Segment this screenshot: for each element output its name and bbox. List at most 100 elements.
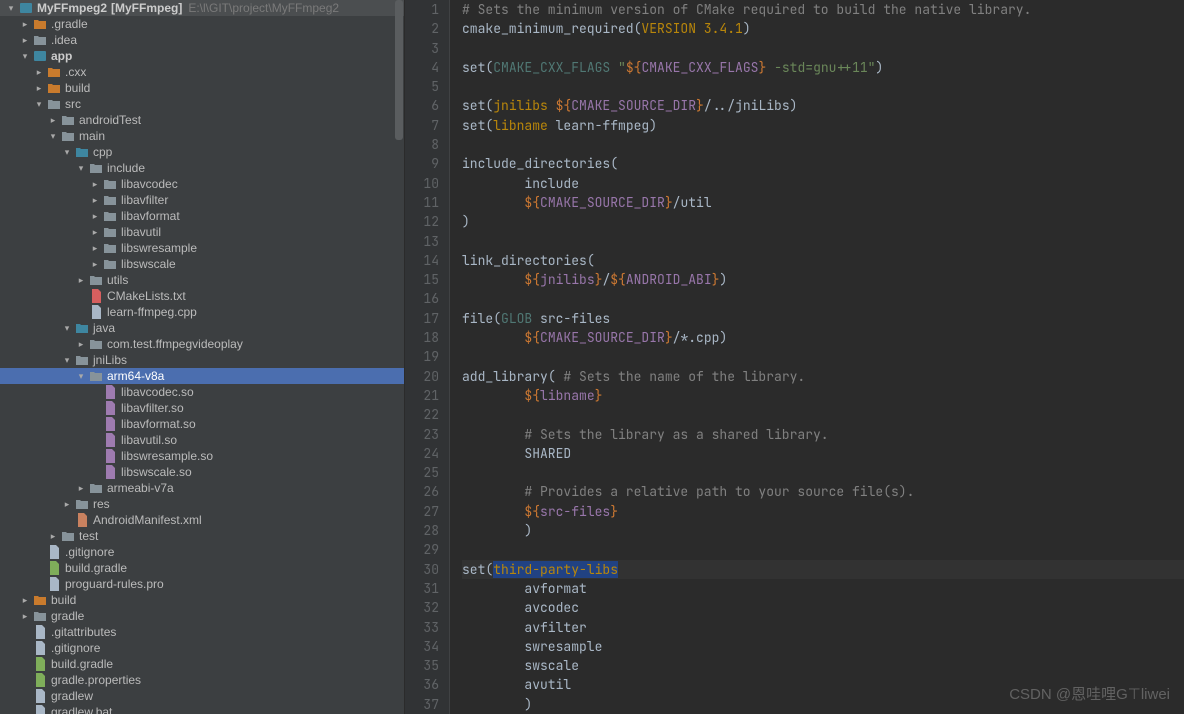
tree-row[interactable]: ▸test xyxy=(0,528,404,544)
chevron-down-icon[interactable]: ▾ xyxy=(46,128,60,144)
tree-row[interactable]: ▾cpp xyxy=(0,144,404,160)
chevron-right-icon[interactable]: ▸ xyxy=(88,192,102,208)
code-line[interactable] xyxy=(462,39,1184,58)
code-line[interactable]: link_directories( xyxy=(462,251,1184,270)
tree-row[interactable]: ·libswresample.so xyxy=(0,448,404,464)
code-line[interactable]: include xyxy=(462,174,1184,193)
code-line[interactable]: ${src-files} xyxy=(462,502,1184,521)
project-tree[interactable]: ▾MyFFmpeg2[MyFFmpeg]E:\l\GIT\project\MyF… xyxy=(0,0,404,714)
tree-row[interactable]: ·.gitignore xyxy=(0,640,404,656)
tree-row[interactable]: ·gradlew xyxy=(0,688,404,704)
chevron-right-icon[interactable]: ▸ xyxy=(46,528,60,544)
tree-row[interactable]: ·gradlew.bat xyxy=(0,704,404,714)
tree-row[interactable]: ·proguard-rules.pro xyxy=(0,576,404,592)
chevron-right-icon[interactable]: ▸ xyxy=(18,32,32,48)
code-line[interactable] xyxy=(462,135,1184,154)
tree-row[interactable]: ▾MyFFmpeg2[MyFFmpeg]E:\l\GIT\project\MyF… xyxy=(0,0,404,16)
chevron-right-icon[interactable]: ▸ xyxy=(46,112,60,128)
code-editor[interactable]: 1234567891011121314151617181920212223242… xyxy=(405,0,1184,714)
code-line[interactable]: ${jnilibs}/${ANDROID_ABI}) xyxy=(462,270,1184,289)
chevron-right-icon[interactable]: ▸ xyxy=(18,16,32,32)
code-line[interactable]: avcodec xyxy=(462,598,1184,617)
code-line[interactable]: cmake_minimum_required(VERSION 3.4.1) xyxy=(462,19,1184,38)
chevron-right-icon[interactable]: ▸ xyxy=(60,496,74,512)
tree-row[interactable]: ▸libswresample xyxy=(0,240,404,256)
tree-row[interactable]: ▾include xyxy=(0,160,404,176)
chevron-right-icon[interactable]: ▸ xyxy=(74,272,88,288)
chevron-down-icon[interactable]: ▾ xyxy=(60,144,74,160)
chevron-right-icon[interactable]: ▸ xyxy=(88,176,102,192)
tree-row[interactable]: ·libavformat.so xyxy=(0,416,404,432)
chevron-down-icon[interactable]: ▾ xyxy=(4,0,18,16)
tree-row[interactable]: ▸build xyxy=(0,592,404,608)
code-line[interactable]: file(GLOB src-files xyxy=(462,309,1184,328)
chevron-down-icon[interactable]: ▾ xyxy=(60,320,74,336)
code-line[interactable]: set(libname learn-ffmpeg) xyxy=(462,116,1184,135)
chevron-down-icon[interactable]: ▾ xyxy=(32,96,46,112)
tree-row[interactable]: ·build.gradle xyxy=(0,560,404,576)
editor-code-area[interactable]: # Sets the minimum version of CMake requ… xyxy=(450,0,1184,714)
tree-row[interactable]: ▾app xyxy=(0,48,404,64)
tree-row[interactable]: ▸gradle xyxy=(0,608,404,624)
code-line[interactable]: ${CMAKE_SOURCE_DIR}/util xyxy=(462,193,1184,212)
chevron-down-icon[interactable]: ▾ xyxy=(74,160,88,176)
tree-row[interactable]: ·libswscale.so xyxy=(0,464,404,480)
chevron-right-icon[interactable]: ▸ xyxy=(32,80,46,96)
chevron-right-icon[interactable]: ▸ xyxy=(32,64,46,80)
chevron-right-icon[interactable]: ▸ xyxy=(74,480,88,496)
tree-row[interactable]: ▸libavfilter xyxy=(0,192,404,208)
tree-row[interactable]: ▸build xyxy=(0,80,404,96)
chevron-down-icon[interactable]: ▾ xyxy=(74,368,88,384)
code-line[interactable]: avfilter xyxy=(462,618,1184,637)
code-line[interactable]: set(third-party-libs xyxy=(462,560,1184,579)
tree-row[interactable]: ·.gitattributes xyxy=(0,624,404,640)
code-line[interactable]: avutil xyxy=(462,675,1184,694)
chevron-right-icon[interactable]: ▸ xyxy=(88,256,102,272)
tree-row[interactable]: ·learn-ffmpeg.cpp xyxy=(0,304,404,320)
code-line[interactable] xyxy=(462,77,1184,96)
code-line[interactable]: avformat xyxy=(462,579,1184,598)
chevron-down-icon[interactable]: ▾ xyxy=(60,352,74,368)
tree-row[interactable]: ·libavutil.so xyxy=(0,432,404,448)
chevron-right-icon[interactable]: ▸ xyxy=(18,608,32,624)
code-line[interactable]: include_directories( xyxy=(462,154,1184,173)
code-line[interactable]: ${CMAKE_SOURCE_DIR}/*.cpp) xyxy=(462,328,1184,347)
tree-row[interactable]: ·libavcodec.so xyxy=(0,384,404,400)
chevron-down-icon[interactable]: ▾ xyxy=(18,48,32,64)
code-line[interactable] xyxy=(462,540,1184,559)
tree-row[interactable]: ▾java xyxy=(0,320,404,336)
tree-row[interactable]: ▸.cxx xyxy=(0,64,404,80)
code-line[interactable]: swscale xyxy=(462,656,1184,675)
tree-row[interactable]: ▸.idea xyxy=(0,32,404,48)
tree-row[interactable]: ▾main xyxy=(0,128,404,144)
code-line[interactable]: set(CMAKE_CXX_FLAGS "${CMAKE_CXX_FLAGS} … xyxy=(462,58,1184,77)
code-line[interactable] xyxy=(462,463,1184,482)
tree-row[interactable]: ▸com.test.ffmpegvideoplay xyxy=(0,336,404,352)
code-line[interactable]: ) xyxy=(462,521,1184,540)
tree-row[interactable]: ▸.gradle xyxy=(0,16,404,32)
code-line[interactable] xyxy=(462,289,1184,308)
code-line[interactable] xyxy=(462,232,1184,251)
code-line[interactable] xyxy=(462,405,1184,424)
code-line[interactable]: # Sets the minimum version of CMake requ… xyxy=(462,0,1184,19)
code-line[interactable]: ) xyxy=(462,695,1184,714)
code-line[interactable] xyxy=(462,347,1184,366)
code-line[interactable]: ${libname} xyxy=(462,386,1184,405)
code-line[interactable]: ) xyxy=(462,212,1184,231)
chevron-right-icon[interactable]: ▸ xyxy=(88,240,102,256)
tree-row[interactable]: ·libavfilter.so xyxy=(0,400,404,416)
code-line[interactable]: # Sets the library as a shared library. xyxy=(462,425,1184,444)
tree-row[interactable]: ·gradle.properties xyxy=(0,672,404,688)
code-line[interactable]: SHARED xyxy=(462,444,1184,463)
code-line[interactable]: set(jnilibs ${CMAKE_SOURCE_DIR}/../jniLi… xyxy=(462,96,1184,115)
project-tree-panel[interactable]: ▾MyFFmpeg2[MyFFmpeg]E:\l\GIT\project\MyF… xyxy=(0,0,405,714)
tree-row[interactable]: ▸libavformat xyxy=(0,208,404,224)
tree-row[interactable]: ▾src xyxy=(0,96,404,112)
tree-row[interactable]: ▸libswscale xyxy=(0,256,404,272)
chevron-right-icon[interactable]: ▸ xyxy=(88,208,102,224)
chevron-right-icon[interactable]: ▸ xyxy=(18,592,32,608)
chevron-right-icon[interactable]: ▸ xyxy=(88,224,102,240)
tree-row[interactable]: ▸libavcodec xyxy=(0,176,404,192)
sidebar-scrollbar-thumb[interactable] xyxy=(395,0,403,140)
code-line[interactable]: # Provides a relative path to your sourc… xyxy=(462,482,1184,501)
